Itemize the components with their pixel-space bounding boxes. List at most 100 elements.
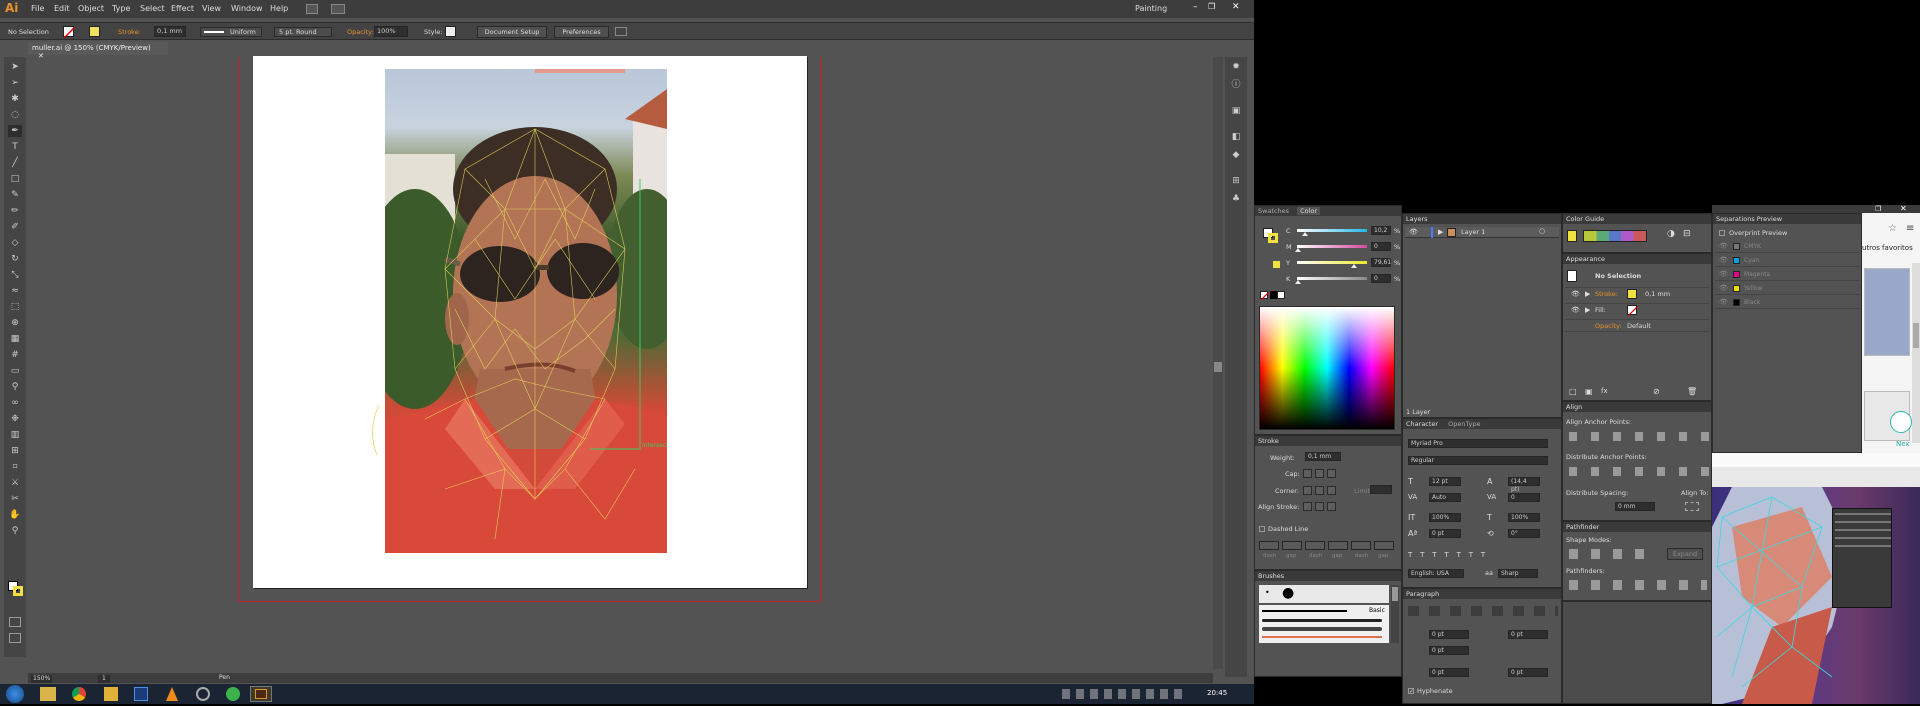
spacing-field[interactable]: 0 mm bbox=[1615, 502, 1655, 511]
gradient-tool-icon[interactable]: ▭ bbox=[8, 365, 22, 377]
shape-mode-buttons[interactable] bbox=[1569, 549, 1649, 559]
symbol-sprayer-tool-icon[interactable]: ❉ bbox=[8, 413, 22, 425]
space-before-field[interactable]: 0 pt bbox=[1429, 668, 1469, 677]
line-tool-icon[interactable]: ╱ bbox=[8, 157, 22, 169]
ink-row[interactable]: 👁 Magenta bbox=[1715, 269, 1859, 281]
arrange-panels-icon[interactable] bbox=[615, 27, 627, 36]
stroke-weight-field[interactable]: 0,1 mm bbox=[154, 26, 186, 37]
anti-aliasing-dropdown[interactable]: Sharp bbox=[1498, 569, 1538, 578]
appearance-opacity-label[interactable]: Opacity: bbox=[1595, 323, 1622, 330]
taskbar-photoshop-icon[interactable] bbox=[134, 687, 148, 701]
pathfinder-buttons[interactable] bbox=[1569, 580, 1707, 590]
zoom-level[interactable]: 150% bbox=[31, 675, 53, 683]
color-spectrum[interactable] bbox=[1259, 306, 1395, 430]
rotation-field[interactable]: 0° bbox=[1508, 529, 1540, 538]
visibility-eye-icon[interactable]: 👁 bbox=[1571, 307, 1580, 314]
brushes-panel-title[interactable]: Brushes bbox=[1255, 571, 1401, 581]
type-tool-icon[interactable]: T bbox=[8, 141, 22, 153]
hand-tool-icon[interactable]: ✋ bbox=[8, 509, 22, 521]
color-guide-title[interactable]: Color Guide bbox=[1563, 214, 1711, 224]
delete-item-icon[interactable]: 🗑 bbox=[1687, 388, 1697, 396]
separations-title[interactable]: Separations Preview bbox=[1713, 214, 1861, 224]
blob-brush-tool-icon[interactable]: ✐ bbox=[8, 221, 22, 233]
channel-value-field[interactable]: 0 bbox=[1371, 274, 1391, 283]
brush-thumbnails[interactable] bbox=[1259, 585, 1389, 603]
menu-object[interactable]: Object bbox=[78, 5, 104, 13]
artboards-icon[interactable]: ⊞ bbox=[1229, 175, 1243, 187]
scissors-tool-icon[interactable]: ✂ bbox=[8, 493, 22, 505]
pathfinder-title[interactable]: Pathfinder bbox=[1563, 522, 1711, 532]
alignment-buttons[interactable] bbox=[1408, 606, 1558, 616]
projecting-cap-icon[interactable] bbox=[1327, 469, 1336, 478]
taskbar-explorer-icon[interactable] bbox=[40, 687, 56, 701]
rectangle-tool-icon[interactable]: □ bbox=[8, 173, 22, 185]
appearance-title[interactable]: Appearance bbox=[1563, 254, 1711, 264]
stroke-swatch[interactable] bbox=[89, 26, 100, 37]
appearance-fill-row[interactable]: 👁 ▶ Fill: bbox=[1565, 303, 1709, 316]
other-bookmarks[interactable]: utros favoritos bbox=[1862, 245, 1913, 252]
menu-type[interactable]: Type bbox=[112, 5, 130, 13]
vertical-scale-field[interactable]: 100% bbox=[1429, 513, 1461, 522]
appearance-fill-label[interactable]: Fill: bbox=[1595, 307, 1606, 314]
align-outside-stroke-icon[interactable] bbox=[1327, 502, 1336, 511]
opentype-tab[interactable]: OpenType bbox=[1448, 420, 1480, 428]
transparency-icon[interactable]: ◧ bbox=[1229, 131, 1243, 143]
menu-window[interactable]: Window bbox=[231, 5, 263, 13]
add-new-effect-icon[interactable]: fx bbox=[1601, 388, 1608, 395]
butt-cap-icon[interactable] bbox=[1303, 469, 1312, 478]
expand-stroke-icon[interactable]: ▶ bbox=[1585, 291, 1590, 298]
knife-tool-icon[interactable]: ⚔ bbox=[8, 477, 22, 489]
round-cap-icon[interactable] bbox=[1315, 469, 1324, 478]
tracking-field[interactable]: 0 bbox=[1508, 493, 1540, 502]
eraser-tool-icon[interactable]: ◇ bbox=[8, 237, 22, 249]
browser-menu-icon[interactable]: ≡ bbox=[1906, 224, 1914, 234]
browser-next-button[interactable] bbox=[1890, 411, 1912, 433]
opacity-field[interactable]: 100% bbox=[374, 26, 408, 37]
scale-tool-icon[interactable]: ⤡ bbox=[8, 269, 22, 281]
none-swatch[interactable] bbox=[1260, 291, 1269, 300]
align-to-dropdown[interactable] bbox=[1685, 502, 1699, 511]
artboard-tool-icon[interactable]: ⊞ bbox=[8, 445, 22, 457]
ink-visibility-icon[interactable]: 👁 bbox=[1719, 257, 1728, 264]
stroke-weight-input[interactable]: 0,1 mm bbox=[1305, 452, 1341, 461]
type-style-buttons[interactable]: TTTTTTT bbox=[1408, 552, 1493, 559]
appearance-stroke-row[interactable]: 👁 ▶ Stroke: 0,1 mm bbox=[1565, 287, 1709, 300]
paintbrush-tool-icon[interactable]: ✎ bbox=[8, 189, 22, 201]
add-new-fill-icon[interactable]: ▣ bbox=[1585, 388, 1593, 396]
dash-field[interactable] bbox=[1305, 541, 1325, 550]
browser-next-text[interactable]: Nex bbox=[1896, 441, 1910, 448]
close-button[interactable]: ✕ bbox=[1232, 3, 1240, 12]
opacity-label[interactable]: Opacity: bbox=[347, 29, 374, 36]
artboard-number[interactable]: 1 bbox=[98, 675, 110, 683]
graphic-style-swatch[interactable] bbox=[445, 26, 456, 37]
add-new-stroke-icon[interactable]: □ bbox=[1569, 388, 1577, 396]
appearance-stroke-value[interactable]: 0,1 mm bbox=[1645, 291, 1670, 298]
menu-help[interactable]: Help bbox=[270, 5, 288, 13]
selection-tool-icon[interactable]: ➤ bbox=[8, 61, 22, 73]
width-tool-icon[interactable]: ≈ bbox=[8, 285, 22, 297]
menu-effect[interactable]: Effect bbox=[171, 5, 194, 13]
eyedropper-tool-icon[interactable]: ⚲ bbox=[8, 381, 22, 393]
channel-value-field[interactable]: 0 bbox=[1371, 242, 1391, 251]
dash-field[interactable] bbox=[1351, 541, 1371, 550]
slice-tool-icon[interactable]: ⌗ bbox=[8, 461, 22, 473]
minimize-button[interactable]: – bbox=[1193, 3, 1198, 12]
start-button[interactable] bbox=[6, 685, 24, 703]
font-style-dropdown[interactable]: Regular bbox=[1408, 456, 1548, 465]
gap-field[interactable] bbox=[1282, 541, 1302, 550]
channel-slider-handle[interactable] bbox=[1295, 280, 1301, 284]
character-tab[interactable]: Character bbox=[1406, 420, 1438, 428]
channel-slider-handle[interactable] bbox=[1295, 248, 1301, 252]
ink-row[interactable]: 👁 Black bbox=[1715, 297, 1859, 309]
font-family-dropdown[interactable]: Myriad Pro bbox=[1408, 439, 1548, 448]
ink-visibility-icon[interactable]: 👁 bbox=[1719, 285, 1728, 292]
workspace-switcher[interactable]: Painting bbox=[1135, 5, 1167, 13]
preferences-button[interactable]: Preferences bbox=[554, 26, 609, 38]
stroke-label[interactable]: Stroke: bbox=[118, 29, 141, 36]
dashed-line-checkbox[interactable] bbox=[1259, 526, 1265, 532]
align-center-stroke-icon[interactable] bbox=[1303, 502, 1312, 511]
fill-stroke-indicator[interactable] bbox=[8, 581, 24, 597]
stroke-profile-preview[interactable]: Uniform bbox=[200, 27, 262, 37]
hyphenate-checkbox[interactable]: ✓ bbox=[1408, 688, 1414, 695]
bevel-join-icon[interactable] bbox=[1327, 486, 1336, 495]
